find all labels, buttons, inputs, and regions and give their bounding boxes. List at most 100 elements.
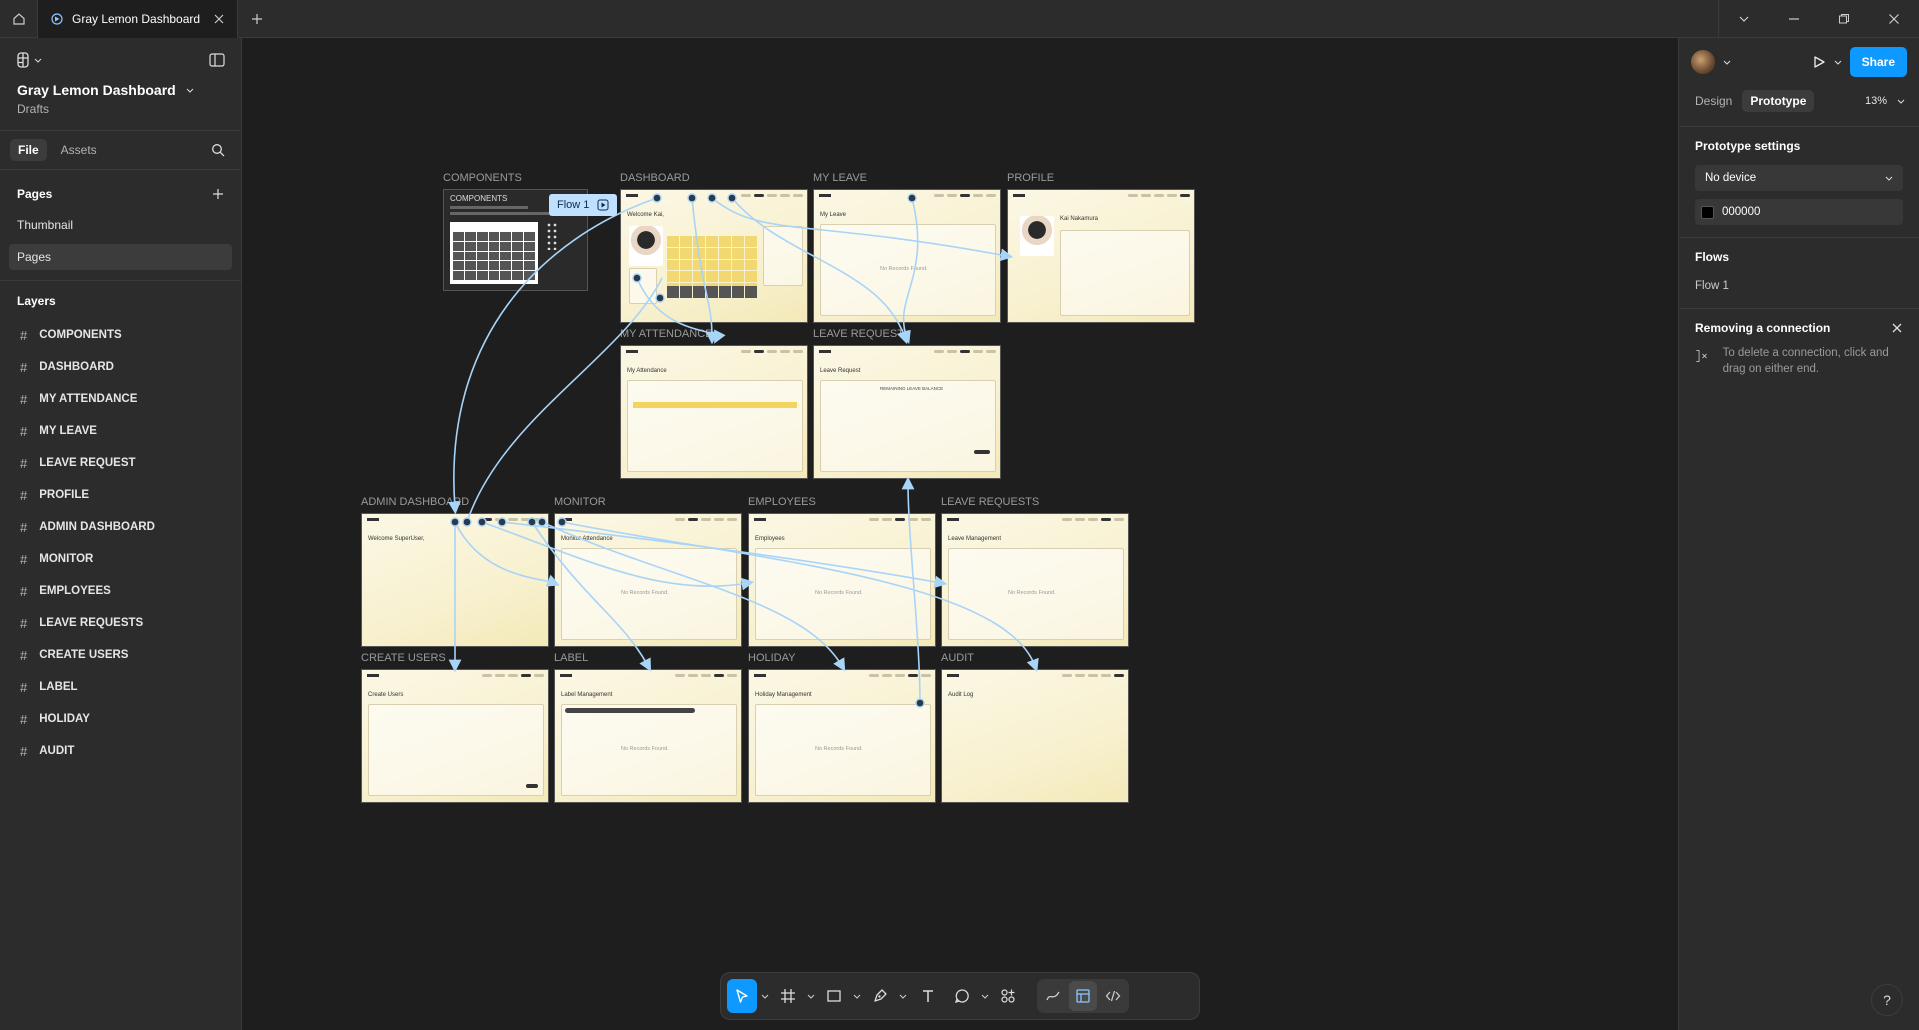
tab-prototype[interactable]: Prototype [1742,90,1815,112]
frame-leave-request[interactable]: Leave Request REMAINING LEAVE BALANCE [813,345,1001,479]
new-tab-button[interactable] [238,0,276,38]
frame-my-leave[interactable]: My Leave No Records Found. [813,189,1001,323]
layer-item[interactable]: # COMPONENTS [0,319,241,351]
frame-title: My Leave [820,212,847,218]
pen-tool-button[interactable] [865,979,895,1013]
layer-item[interactable]: # LABEL [0,671,241,703]
layer-item[interactable]: # HOLIDAY [0,703,241,735]
frame-monitor[interactable]: Monitor Attendance No Records Found. [554,513,742,647]
zoom-control[interactable]: 13% [1865,95,1911,107]
add-page-icon[interactable] [212,188,224,200]
frame-icon: # [20,615,28,631]
page-item-thumbnail[interactable]: Thumbnail [9,212,232,238]
frame-tool-button[interactable] [773,979,803,1013]
sidebar-toggle-icon[interactable] [209,53,225,67]
home-button[interactable] [0,0,38,38]
layer-item[interactable]: # MY ATTENDANCE [0,383,241,415]
layer-item[interactable]: # MONITOR [0,543,241,575]
tab-assets[interactable]: Assets [53,139,105,161]
layer-item[interactable]: # EMPLOYEES [0,575,241,607]
project-title-button[interactable]: Gray Lemon Dashboard [0,82,241,98]
frame-label-leave-requests[interactable]: LEAVE REQUESTS [941,496,1039,508]
frame-audit[interactable]: Audit Log [941,669,1129,803]
close-icon[interactable] [213,13,225,25]
frame-label-create-users[interactable]: CREATE USERS [361,652,446,664]
close-window-button[interactable] [1869,0,1919,38]
share-button[interactable]: Share [1849,47,1907,77]
color-swatch[interactable] [1701,205,1714,219]
present-icon[interactable] [1812,55,1826,69]
frame-label[interactable]: Label Management No Records Found. [554,669,742,803]
layers-list: # COMPONENTS # DASHBOARD # MY ATTENDANCE # M… [0,319,241,767]
close-icon[interactable] [1891,322,1903,334]
tab-design[interactable]: Design [1687,90,1740,112]
frame-label-employees[interactable]: EMPLOYEES [748,496,816,508]
comment-tool-menu[interactable] [979,992,991,1000]
frame-label-components[interactable]: COMPONENTS [443,172,522,184]
help-button[interactable]: ? [1871,984,1903,1016]
flow-item[interactable]: Flow 1 [1695,276,1903,296]
restore-button[interactable] [1819,0,1869,38]
draw-mode-button[interactable] [1039,981,1067,1011]
layer-item[interactable]: # DASHBOARD [0,351,241,383]
move-tool-menu[interactable] [759,992,771,1000]
device-select[interactable]: No device [1695,165,1903,191]
frame-label-my-leave[interactable]: MY LEAVE [813,172,867,184]
tab-list-button[interactable] [1719,0,1769,38]
frame-label-monitor[interactable]: MONITOR [554,496,606,508]
layer-label: LEAVE REQUESTS [39,617,144,629]
search-icon[interactable] [211,143,225,157]
frame-title: Create Users [368,692,404,698]
layer-item[interactable]: # ADMIN DASHBOARD [0,511,241,543]
shape-tool-button[interactable] [819,979,849,1013]
dev-mode-button[interactable] [1099,981,1127,1011]
comment-tool-button[interactable] [947,979,977,1013]
form-card [820,380,996,472]
tab-file[interactable]: File [10,139,47,161]
main-menu-button[interactable] [16,52,42,68]
frame-holiday[interactable]: Holiday Management No Records Found. [748,669,936,803]
frame-label-dashboard[interactable]: DASHBOARD [620,172,690,184]
frame-icon [781,989,795,1003]
layer-item[interactable]: # AUDIT [0,735,241,767]
frame-profile[interactable]: Kai Nakamura [1007,189,1195,323]
minimize-button[interactable] [1769,0,1819,38]
frame-label-my-attendance[interactable]: MY ATTENDANCE [620,328,713,340]
frame-label-holiday[interactable]: HOLIDAY [748,652,795,664]
frame-dashboard[interactable]: Welcome Kai, [620,189,808,323]
file-tab[interactable]: Gray Lemon Dashboard [38,0,238,38]
frame-label-profile[interactable]: PROFILE [1007,172,1054,184]
pen-tool-menu[interactable] [897,992,909,1000]
move-tool-button[interactable] [727,979,757,1013]
frame-admin-dashboard[interactable]: Welcome SuperUser, [361,513,549,647]
actions-tool-button[interactable] [993,979,1023,1013]
design-mode-button[interactable] [1069,981,1097,1011]
frame-employees[interactable]: Employees No Records Found. [748,513,936,647]
frame-label-label[interactable]: LABEL [554,652,588,664]
text-tool-button[interactable] [911,979,945,1013]
shape-tool-menu[interactable] [851,992,863,1000]
frame-label-audit[interactable]: AUDIT [941,652,974,664]
chevron-down-icon[interactable] [1834,58,1842,66]
background-color-field[interactable]: 000000 [1695,199,1903,225]
canvas[interactable]: COMPONENTS COMPONENTS DASHBOARD Welcome … [242,38,1678,1030]
layer-item[interactable]: # PROFILE [0,479,241,511]
background-color-value: 000000 [1722,206,1761,218]
play-flow-icon[interactable] [597,199,609,211]
avatar[interactable] [1691,50,1715,74]
chevron-down-icon[interactable] [1723,58,1731,66]
frame-tool-menu[interactable] [805,992,817,1000]
page-item-pages[interactable]: Pages [9,244,232,270]
frame-label-admin-dashboard[interactable]: ADMIN DASHBOARD [361,496,469,508]
layer-item[interactable]: # CREATE USERS [0,639,241,671]
frame-leave-requests[interactable]: Leave Management No Records Found. [941,513,1129,647]
frame-label-leave-request[interactable]: LEAVE REQUEST [813,328,904,340]
layer-item[interactable]: # MY LEAVE [0,415,241,447]
layer-item[interactable]: # LEAVE REQUEST [0,447,241,479]
frame-my-attendance[interactable]: My Attendance [620,345,808,479]
layer-item[interactable]: # LEAVE REQUESTS [0,607,241,639]
frame-create-users[interactable]: Create Users [361,669,549,803]
frame-icon: # [20,359,28,375]
layer-label: DASHBOARD [39,361,114,373]
flow-starting-point[interactable]: Flow 1 [549,194,618,216]
